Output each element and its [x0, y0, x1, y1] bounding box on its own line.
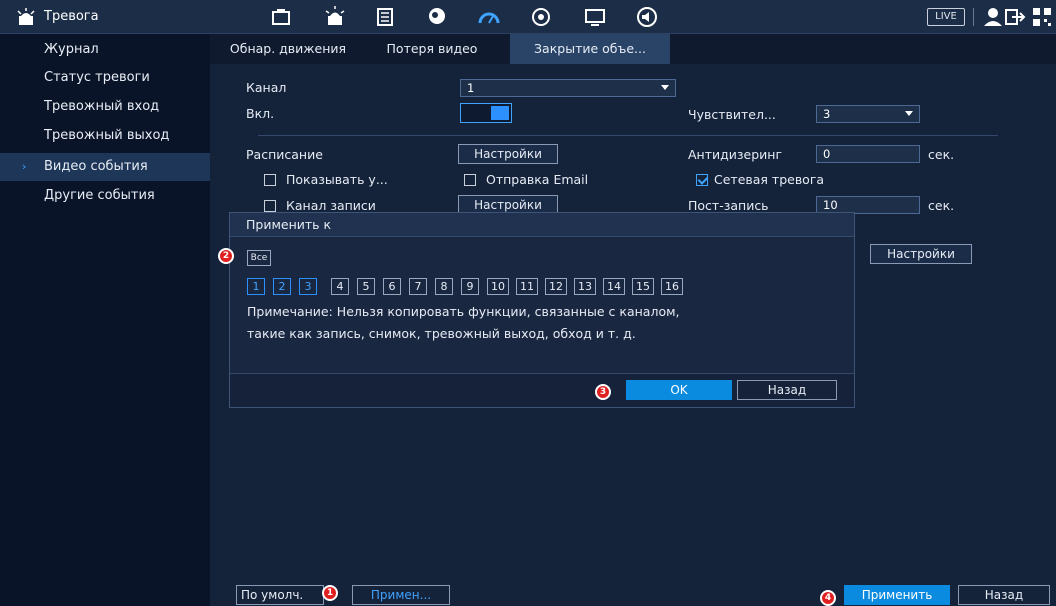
send-email-label: Отправка Email — [486, 172, 589, 187]
schedule-label: Расписание — [246, 147, 323, 162]
live-button[interactable]: LIVE — [927, 8, 965, 26]
callout-marker-3: 3 — [595, 384, 611, 400]
channel-checkbox-13[interactable]: 13 — [574, 278, 596, 295]
post-record-unit: сек. — [928, 198, 955, 213]
select-all-button[interactable]: Все — [247, 250, 271, 266]
copy-button[interactable]: Примен... — [352, 585, 450, 605]
channel-checkbox-12[interactable]: 12 — [545, 278, 567, 295]
channel-checkbox-1[interactable]: 1 — [247, 278, 265, 295]
callout-marker-1: 1 — [322, 585, 338, 601]
chevron-right-icon: › — [22, 160, 27, 173]
ai-head-icon[interactable] — [424, 5, 450, 29]
apply-button[interactable]: Применить — [844, 585, 950, 605]
channel-label: Канал — [246, 80, 287, 95]
show-message-checkbox[interactable] — [264, 174, 276, 186]
channel-checkbox-4[interactable]: 4 — [331, 278, 349, 295]
antidither-input[interactable]: 0 — [816, 145, 920, 163]
tab-tampering[interactable]: Закрытие объе... — [510, 34, 670, 64]
storage-icon[interactable] — [372, 5, 398, 29]
antidither-label: Антидизеринг — [688, 147, 783, 162]
channel-checkbox-2[interactable]: 2 — [273, 278, 291, 295]
record-channel-label: Канал записи — [286, 198, 376, 213]
channel-value: 1 — [467, 81, 475, 95]
performance-gauge-icon[interactable] — [476, 5, 502, 29]
top-divider — [973, 8, 974, 26]
alarm-siren-icon — [17, 8, 35, 25]
chevron-down-icon — [905, 111, 913, 116]
sensitivity-label: Чувствител... — [688, 107, 776, 122]
chevron-down-icon — [661, 85, 669, 90]
sidebar-item-other-events[interactable]: Другие события — [0, 182, 210, 210]
sensitivity-select[interactable]: 3 — [816, 105, 920, 123]
tab-motion-detection[interactable]: Обнар. движения — [210, 34, 366, 64]
qr-code-icon[interactable] — [1030, 5, 1054, 29]
channel-checkbox-16[interactable]: 16 — [661, 278, 683, 295]
show-message-label: Показывать у... — [286, 172, 388, 187]
channel-checkbox-8[interactable]: 8 — [435, 278, 453, 295]
sidebar-item-label: Журнал — [44, 42, 99, 57]
channel-checkbox-10[interactable]: 10 — [487, 278, 509, 295]
post-record-label: Пост-запись — [688, 198, 769, 213]
dialog-note-line1: Примечание: Нельзя копировать функции, с… — [247, 304, 680, 319]
dialog-title: Применить к — [230, 213, 854, 237]
sidebar-item-alarm-status[interactable]: Статус тревоги — [0, 64, 210, 92]
audio-icon[interactable] — [634, 5, 660, 29]
sidebar-item-alarm-output[interactable]: Тревожный выход — [0, 122, 210, 150]
default-button[interactable]: По умолч. — [236, 585, 324, 605]
channel-checkbox-9[interactable]: 9 — [461, 278, 479, 295]
send-email-checkbox[interactable] — [464, 174, 476, 186]
tab-bar: Обнар. движения Потеря видео Закрытие об… — [210, 34, 1056, 64]
net-alarm-label: Сетевая тревога — [714, 172, 825, 187]
sidebar: Журнал Статус тревоги Тревожный вход Тре… — [0, 34, 210, 606]
schedule-settings-button[interactable]: Настройки — [458, 144, 558, 164]
antidither-unit: сек. — [928, 147, 955, 162]
sidebar-item-log[interactable]: Журнал — [0, 36, 210, 64]
sidebar-item-label: Статус тревоги — [44, 70, 150, 85]
logout-icon[interactable] — [1002, 5, 1028, 29]
toggle-knob — [491, 106, 509, 120]
network-icon[interactable] — [528, 5, 554, 29]
sensitivity-value: 3 — [823, 107, 831, 121]
ok-button[interactable]: OK — [626, 380, 732, 400]
channel-checkbox-14[interactable]: 14 — [603, 278, 625, 295]
channel-select[interactable]: 1 — [460, 79, 676, 97]
callout-marker-2: 2 — [218, 248, 234, 264]
sidebar-item-alarm-input[interactable]: Тревожный вход — [0, 93, 210, 121]
back-button[interactable]: Назад — [958, 585, 1050, 605]
channel-checkbox-3[interactable]: 3 — [299, 278, 317, 295]
enable-toggle[interactable] — [460, 103, 512, 123]
apply-to-dialog: Применить к Все 1 2 3 4 5 6 7 8 9 10 11 … — [229, 212, 855, 408]
top-bar: Тревога LIVE — [0, 0, 1056, 34]
tab-video-loss[interactable]: Потеря видео — [368, 34, 496, 64]
enable-label: Вкл. — [246, 106, 275, 121]
channel-checkbox-5[interactable]: 5 — [357, 278, 375, 295]
channel-checkbox-11[interactable]: 11 — [516, 278, 538, 295]
channel-checkbox-6[interactable]: 6 — [383, 278, 401, 295]
net-alarm-checkbox[interactable] — [696, 174, 708, 186]
alarm-icon[interactable] — [322, 5, 348, 29]
channel-checkbox-7[interactable]: 7 — [409, 278, 427, 295]
app-title: Тревога — [44, 9, 99, 24]
sidebar-item-video-events[interactable]: › Видео события — [0, 153, 210, 181]
record-channel-checkbox[interactable] — [264, 200, 276, 212]
sidebar-item-label: Тревожный вход — [44, 99, 160, 114]
channel-checkbox-15[interactable]: 15 — [632, 278, 654, 295]
dialog-back-button[interactable]: Назад — [737, 380, 837, 400]
dialog-note-line2: такие как запись, снимок, тревожный выхо… — [247, 326, 636, 341]
extra-settings-button[interactable]: Настройки — [870, 244, 972, 264]
sidebar-item-label: Тревожный выход — [44, 128, 170, 143]
sidebar-item-label: Видео события — [44, 159, 148, 174]
display-icon[interactable] — [582, 5, 608, 29]
callout-marker-4: 4 — [820, 590, 836, 606]
section-divider — [258, 135, 998, 136]
camera-icon[interactable] — [268, 5, 294, 29]
sidebar-item-label: Другие события — [44, 188, 155, 203]
